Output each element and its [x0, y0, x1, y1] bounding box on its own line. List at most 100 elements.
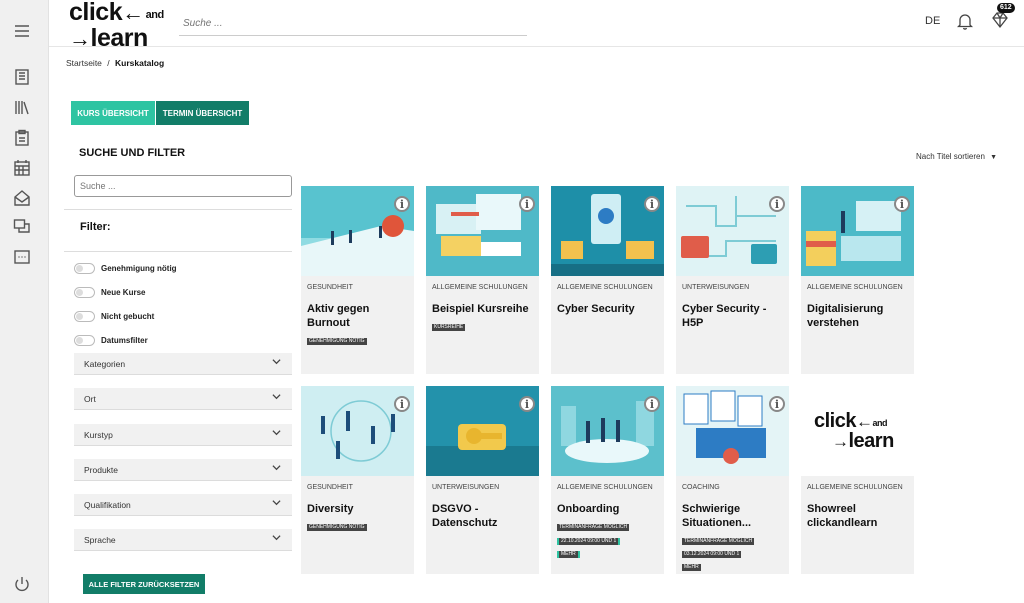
accordion-categories[interactable]: Kategorien — [74, 353, 292, 375]
info-icon[interactable]: i — [894, 196, 910, 212]
book-icon[interactable] — [13, 68, 31, 86]
chevron-down-icon — [272, 430, 281, 436]
accordion-label: Produkte — [84, 464, 119, 475]
tab-date-overview[interactable]: TERMIN ÜBERSICHT — [156, 101, 249, 125]
logo-word-and: and — [145, 9, 165, 21]
breadcrumb-home[interactable]: Startseite — [66, 58, 102, 68]
course-card[interactable]: i COACHING Schwierige Situationen... TER… — [676, 386, 789, 574]
reset-filters-button[interactable]: ALLE FILTER ZURÜCKSETZEN — [83, 574, 205, 594]
divider — [64, 251, 292, 252]
toggle-label: Genehmigung nötig — [101, 263, 177, 273]
course-title: Cyber Security — [557, 303, 635, 315]
course-card[interactable]: i ALLGEMEINE SCHULUNGEN Beispiel Kursrei… — [426, 186, 539, 374]
bell-icon[interactable] — [956, 12, 974, 30]
chevron-down-icon — [272, 394, 281, 400]
info-icon[interactable]: i — [644, 196, 660, 212]
tab-course-overview[interactable]: KURS ÜBERSICHT — [71, 101, 155, 125]
toggle-switch[interactable] — [74, 334, 95, 346]
course-title: Digitalisierung verstehen — [807, 303, 884, 329]
toggle-switch[interactable] — [74, 286, 95, 298]
course-title: Aktiv gegen Burnout — [307, 303, 370, 329]
course-tag: GENEHMIGUNG NÖTIG — [307, 524, 367, 531]
language-selector[interactable]: DE — [925, 15, 940, 27]
info-icon[interactable]: i — [519, 196, 535, 212]
info-icon[interactable]: i — [644, 396, 660, 412]
course-tag: GENEHMIGUNG NÖTIG — [307, 338, 367, 345]
more-link[interactable]: MEHR — [557, 551, 580, 558]
toggle-not-booked[interactable]: Nicht gebucht — [74, 309, 154, 323]
course-category: UNTERWEISUNGEN — [682, 284, 750, 291]
accordion-products[interactable]: Produkte — [74, 459, 292, 481]
divider — [64, 209, 292, 210]
filter-search-input[interactable] — [74, 175, 292, 197]
left-rail — [0, 0, 49, 603]
more-link[interactable]: MEHR — [682, 564, 701, 571]
more-icon[interactable] — [13, 248, 31, 266]
course-card[interactable]: i ALLGEMEINE SCHULUNGEN Digitalisierung … — [801, 186, 914, 374]
toggle-switch[interactable] — [74, 310, 95, 322]
course-card[interactable]: i GESUNDHEIT Diversity GENEHMIGUNG NÖTIG — [301, 386, 414, 574]
info-icon[interactable]: i — [394, 196, 410, 212]
chat-icon[interactable] — [13, 218, 31, 236]
logo[interactable]: click← and →learn — [69, 0, 165, 52]
course-card[interactable]: i ALLGEMEINE SCHULUNGEN Onboarding TERMI… — [551, 386, 664, 574]
course-category: GESUNDHEIT — [307, 284, 353, 291]
course-tag: KURSREIHE — [432, 324, 466, 331]
course-category: COACHING — [682, 484, 720, 491]
course-date-tag: 03.12.2024 09:00 UND 1 — [682, 551, 742, 558]
diamond-icon[interactable] — [991, 10, 1009, 30]
accordion-label: Qualifikation — [84, 499, 131, 510]
course-title: Beispiel Kursreihe — [432, 303, 529, 315]
course-category: UNTERWEISUNGEN — [432, 484, 500, 491]
toggle-approval-required[interactable]: Genehmigung nötig — [74, 261, 177, 275]
course-card[interactable]: click←and →learn ALLGEMEINE SCHULUNGEN S… — [801, 386, 914, 574]
toggle-label: Nicht gebucht — [101, 311, 155, 321]
toggle-switch[interactable] — [74, 262, 95, 274]
showreel-logo-and: and — [872, 418, 887, 428]
course-title: Diversity — [307, 503, 354, 515]
info-icon[interactable]: i — [769, 396, 785, 412]
chevron-down-icon — [272, 500, 281, 506]
library-icon[interactable] — [13, 98, 31, 116]
accordion-course-type[interactable]: Kurstyp — [74, 424, 292, 446]
sort-label: Nach Titel sortieren — [916, 152, 985, 161]
info-icon[interactable]: i — [519, 396, 535, 412]
accordion-qualification[interactable]: Qualifikation — [74, 494, 292, 516]
info-icon[interactable]: i — [394, 396, 410, 412]
toggle-new-courses[interactable]: Neue Kurse — [74, 285, 145, 299]
course-card[interactable]: i UNTERWEISUNGEN DSGVO - Datenschutz — [426, 386, 539, 574]
course-tag: TERMINANFRAGE MÖGLICH — [557, 524, 630, 531]
accordion-location[interactable]: Ort — [74, 388, 292, 410]
chevron-down-icon — [272, 535, 281, 541]
top-header: click←and →learn DE 612 — [49, 0, 1024, 52]
course-category: ALLGEMEINE SCHULUNGEN — [557, 284, 653, 291]
inbox-icon[interactable] — [13, 189, 31, 207]
course-title: Schwierige Situationen... — [682, 503, 752, 529]
filter-label: Filter: — [80, 221, 111, 233]
clipboard-icon[interactable] — [13, 129, 31, 147]
accordion-label: Kurstyp — [84, 429, 113, 440]
logo-word-learn: learn — [90, 24, 149, 52]
course-title: Showreel clickandlearn — [807, 503, 878, 529]
calendar-icon[interactable] — [13, 159, 31, 177]
course-category: ALLGEMEINE SCHULUNGEN — [432, 284, 528, 291]
accordion-label: Kategorien — [84, 358, 126, 369]
course-category: ALLGEMEINE SCHULUNGEN — [807, 484, 903, 491]
menu-icon[interactable] — [13, 22, 31, 40]
toggle-date-filter[interactable]: Datumsfilter — [74, 333, 148, 347]
caret-down-icon: ▼ — [990, 154, 998, 161]
power-icon[interactable] — [13, 575, 31, 593]
accordion-language[interactable]: Sprache — [74, 529, 292, 551]
course-card[interactable]: i UNTERWEISUNGEN Cyber Security - H5P — [676, 186, 789, 374]
course-card[interactable]: i GESUNDHEIT Aktiv gegen Burnout GENEHMI… — [301, 186, 414, 374]
showreel-logo-learn: learn — [848, 430, 895, 452]
course-title: DSGVO - Datenschutz — [432, 503, 498, 529]
course-date-tag: 22.10.2024 09:00 UND 1 — [557, 538, 621, 545]
course-card[interactable]: i ALLGEMEINE SCHULUNGEN Cyber Security — [551, 186, 664, 374]
breadcrumb-current: Kurskatalog — [115, 58, 165, 68]
course-category: GESUNDHEIT — [307, 484, 353, 491]
sort-dropdown[interactable]: Nach Titel sortieren ▼ — [916, 152, 997, 161]
global-search-input[interactable] — [179, 12, 527, 36]
info-icon[interactable]: i — [769, 196, 785, 212]
logo-word-click: click — [69, 0, 123, 26]
